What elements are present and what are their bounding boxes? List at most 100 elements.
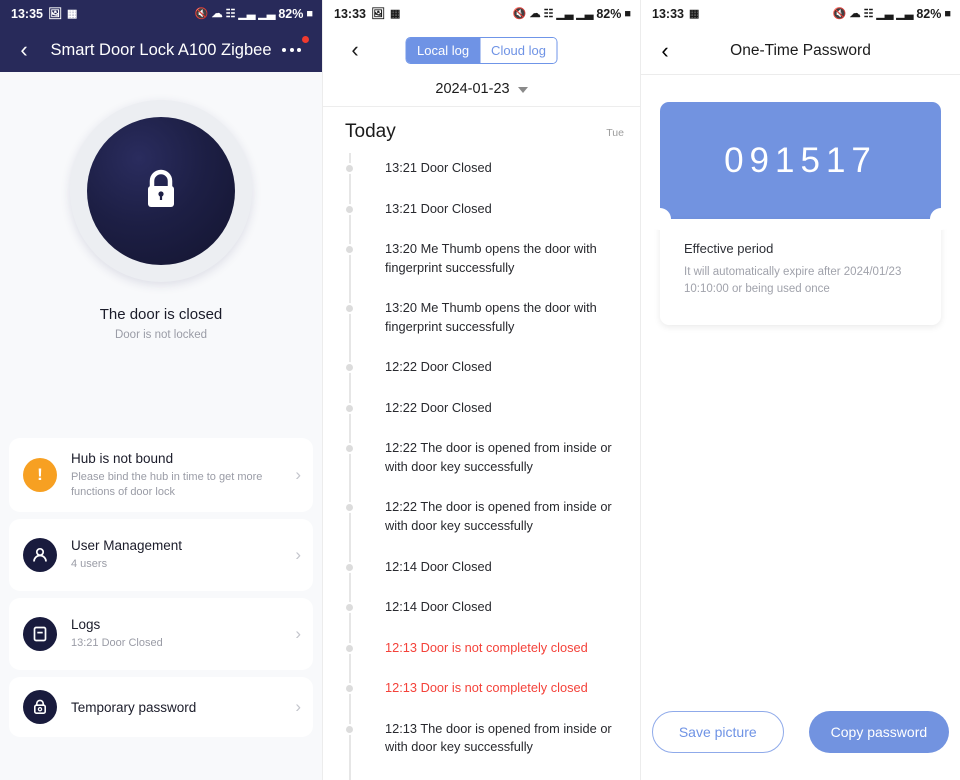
network-icon: ☷: [863, 7, 874, 20]
image-icon: 🖼: [370, 7, 385, 20]
effective-period-section: Effective period It will automatically e…: [660, 219, 941, 325]
list-item[interactable]: 13:20 Me Thumb opens the door with finge…: [345, 240, 626, 299]
chevron-right-icon: ›: [295, 697, 301, 717]
mute-icon: 🔇: [194, 7, 209, 20]
more-dots-icon[interactable]: [282, 40, 308, 60]
battery-icon: ■: [306, 7, 313, 20]
tab-local-log[interactable]: Local log: [406, 37, 481, 63]
list-item[interactable]: 12:13 Door is not completely closed: [345, 679, 626, 720]
list-item[interactable]: 12:22 The door is opened from inside or …: [345, 498, 626, 557]
save-picture-button[interactable]: Save picture: [651, 711, 784, 753]
signal-icon: ▁▃: [238, 7, 256, 20]
effective-period-description: It will automatically expire after 2024/…: [684, 266, 902, 296]
list-item[interactable]: 12:13 Door is not completely closed: [345, 639, 626, 680]
password-card: 091517 Effective period It will automati…: [649, 102, 952, 325]
status-bar: 13:35 🖼 ▦ 🔇 ☁ ☷ ▁▃ ▁▃ 82% ■: [0, 0, 322, 28]
status-bar-right: 🔇 ☁ ☷ ▁▃ ▁▃ 82% ■: [513, 7, 631, 21]
status-bar-right: 🔇 ☁ ☷ ▁▃ ▁▃ 82% ■: [195, 7, 313, 21]
list-item[interactable]: 13:21 Door Closed: [345, 200, 626, 241]
network-icon: ☷: [543, 7, 554, 20]
log-text: 12:13 The door is opened from inside or …: [385, 720, 612, 755]
card-text: Temporary password: [71, 700, 287, 715]
lock-substatus-text: Door is not locked: [114, 329, 208, 341]
caret-down-icon: [517, 87, 528, 93]
log-text: 13:20 Me Thumb opens the door with finge…: [385, 300, 597, 334]
device-screen: 13:35 🖼 ▦ 🔇 ☁ ☷ ▁▃ ▁▃ 82% ■ ‹ Smart Door…: [0, 0, 322, 780]
status-bar-left: 13:33 ▦: [652, 7, 699, 21]
card-title: User Management: [71, 538, 183, 554]
card-user-management[interactable]: User Management 4 users ›: [9, 519, 313, 592]
card-text: Hub is not bound Please bind the hub in …: [71, 451, 287, 499]
card-title: Logs: [71, 617, 101, 633]
status-bar-left: 13:33 🖼 ▦: [334, 7, 400, 21]
card-text: User Management 4 users: [71, 538, 287, 572]
device-header: 13:35 🖼 ▦ 🔇 ☁ ☷ ▁▃ ▁▃ 82% ■ ‹ Smart Door…: [0, 0, 322, 72]
card-subtitle: 13:21 Door Closed: [71, 637, 163, 650]
status-bar-right: 🔇 ☁ ☷ ▁▃ ▁▃ 82% ■: [833, 7, 951, 21]
log-group-label: Today: [345, 121, 396, 142]
log-text: 12:22 The door is opened from inside or …: [385, 499, 612, 534]
wifi-icon: ☁: [849, 7, 861, 20]
lock-circle: [87, 117, 235, 265]
chevron-right-icon: ›: [295, 624, 301, 644]
password-display: 091517: [660, 102, 941, 219]
copy-password-button[interactable]: Copy password: [808, 711, 950, 753]
card-logs[interactable]: Logs 13:21 Door Closed ›: [9, 598, 313, 671]
card-text: Logs 13:21 Door Closed: [71, 617, 287, 651]
back-chevron-icon[interactable]: ‹: [4, 39, 44, 61]
battery-level: 82%: [916, 7, 942, 21]
effective-period-title: Effective period: [684, 241, 774, 256]
page-title: Smart Door Lock A100 Zigbee: [50, 40, 272, 59]
battery-icon: ■: [944, 7, 951, 20]
card-title: Temporary password: [71, 699, 197, 715]
log-text: 13:21 Door Closed: [385, 160, 492, 175]
status-bar-left: 13:35 🖼 ▦: [11, 7, 77, 21]
otp-navbar: ‹ One-Time Password: [641, 28, 960, 74]
log-group-header: Today Tue: [323, 107, 640, 147]
log-text: 12:14 Door Closed: [385, 599, 492, 615]
list-item[interactable]: 13:20 Me Thumb opens the door with finge…: [345, 299, 626, 358]
status-bar: 13:33 ▦ 🔇 ☁ ☷ ▁▃ ▁▃ 82% ■: [641, 0, 960, 28]
card-title: Hub is not bound: [71, 451, 174, 466]
device-card-list: ! Hub is not bound Please bind the hub i…: [9, 438, 313, 744]
card-hub-not-bound[interactable]: ! Hub is not bound Please bind the hub i…: [9, 438, 313, 513]
window-icon: ▦: [66, 7, 78, 20]
battery-level: 82%: [596, 7, 622, 21]
mute-icon: 🔇: [512, 7, 527, 20]
screens-container: 13:35 🖼 ▦ 🔇 ☁ ☷ ▁▃ ▁▃ 82% ■ ‹ Smart Door…: [0, 0, 960, 780]
divider: [641, 74, 960, 75]
list-item[interactable]: 12:22 Door Closed: [345, 399, 626, 440]
lock-area: The door is closed Door is not locked: [0, 72, 322, 341]
list-item[interactable]: 12:14 Door Closed: [345, 558, 626, 599]
logs-navbar: ‹ Local log Cloud log: [323, 28, 640, 72]
device-navbar: ‹ Smart Door Lock A100 Zigbee: [0, 28, 322, 72]
device-body: The door is closed Door is not locked ! …: [0, 72, 322, 780]
log-text: 12:22 Door Closed: [385, 359, 492, 375]
log-source-tabs: Local log Cloud log: [405, 36, 558, 64]
date-selector[interactable]: 2024-01-23: [323, 72, 640, 106]
list-item[interactable]: 12:22 Door Closed: [345, 358, 626, 399]
lock-status-text: The door is closed: [99, 306, 223, 323]
status-bar: 13:33 🖼 ▦ 🔇 ☁ ☷ ▁▃ ▁▃ 82% ■: [323, 0, 640, 28]
lock-button[interactable]: [70, 100, 252, 282]
card-temporary-password[interactable]: Temporary password ›: [9, 677, 313, 738]
page-title: One-Time Password: [730, 42, 871, 59]
signal-icon: ▁▃: [258, 7, 276, 20]
list-item[interactable]: 13:21 Door Closed: [345, 159, 626, 200]
list-item[interactable]: 12:14 Door Closed: [345, 598, 626, 639]
list-item[interactable]: 12:22 The door is opened from inside or …: [345, 439, 626, 498]
log-text: 12:22 The door is opened from inside or …: [385, 440, 612, 474]
tab-cloud-log[interactable]: Cloud log: [480, 37, 557, 63]
list-item[interactable]: 12:13 The door is opened from inside or …: [345, 720, 626, 779]
back-chevron-icon[interactable]: ‹: [335, 39, 375, 61]
window-icon: ▦: [688, 7, 700, 20]
card-subtitle: 4 users: [71, 558, 108, 571]
notch-right: [930, 208, 952, 230]
otp-actions: Save picture Copy password: [641, 711, 960, 753]
log-text: 12:13 Door is not completely closed: [385, 639, 588, 655]
signal-icon: ▁▃: [896, 7, 914, 20]
log-timeline: 13:21 Door Closed 13:21 Door Closed 13:2…: [323, 147, 640, 780]
wifi-icon: ☁: [529, 7, 541, 20]
logs-icon: [23, 617, 57, 652]
mute-icon: 🔇: [832, 7, 847, 20]
